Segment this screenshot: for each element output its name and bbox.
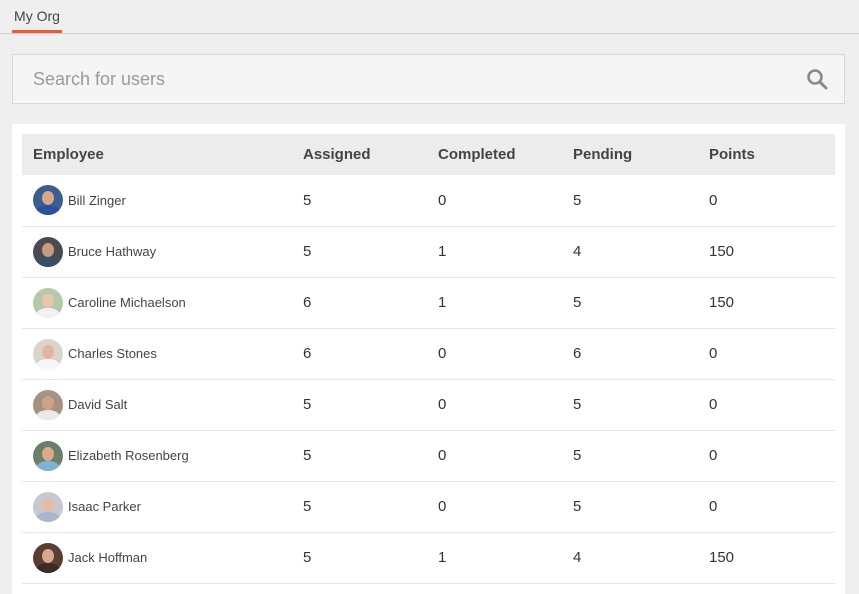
table-header-row: Employee Assigned Completed Pending Poin… (22, 134, 835, 175)
table-row[interactable]: Caroline Michaelson 6 1 5 150 (22, 277, 835, 328)
employee-name[interactable]: Bill Zinger (68, 193, 126, 208)
completed-cell: 1 (438, 294, 447, 311)
assigned-cell: 6 (303, 345, 312, 362)
employee-name[interactable]: Jack Hoffman (68, 550, 147, 565)
employee-info: Isaac Parker (33, 491, 303, 522)
employee-cell: Charles Stones (22, 328, 303, 379)
search-input[interactable] (13, 55, 793, 103)
employee-info: Bruce Hathway (33, 236, 303, 267)
avatar[interactable] (33, 542, 63, 573)
pending-cell: 5 (573, 191, 582, 209)
employee-cell: Jack Hoffman (22, 532, 303, 583)
assigned-cell: 5 (303, 243, 312, 260)
avatar[interactable] (33, 440, 63, 471)
employee-cell: Isaac Parker (22, 481, 303, 532)
points-cell: 150 (709, 243, 735, 260)
assigned-cell: 5 (303, 447, 312, 464)
employee-cell: Bill Zinger (22, 175, 303, 226)
employee-name[interactable]: David Salt (68, 397, 127, 412)
tab-my-org[interactable]: My Org (12, 0, 62, 33)
avatar[interactable] (33, 389, 63, 420)
assigned-cell: 5 (303, 549, 312, 566)
points-cell: 0 (709, 498, 718, 515)
pending-cell: 5 (573, 447, 582, 464)
points-cell: 150 (709, 549, 735, 566)
completed-cell: 0 (438, 447, 447, 464)
avatar[interactable] (33, 338, 63, 369)
avatar[interactable] (33, 491, 63, 522)
employee-info: David Salt (33, 389, 303, 420)
table-row[interactable]: Bill Zinger 5 0 5 0 (22, 175, 835, 226)
table-row[interactable]: Jack Hoffman 5 1 4 150 (22, 532, 835, 583)
points-cell: 0 (709, 447, 718, 464)
table-row[interactable]: Bruce Hathway 5 1 4 150 (22, 226, 835, 277)
pending-cell: 6 (573, 345, 582, 362)
table-row[interactable]: David Salt 5 0 5 0 (22, 379, 835, 430)
assigned-cell: 5 (303, 498, 312, 515)
tab-bar: My Org (0, 0, 859, 34)
employee-name[interactable]: Bruce Hathway (68, 244, 156, 259)
column-header-pending[interactable]: Pending (573, 134, 709, 175)
employee-name[interactable]: Caroline Michaelson (68, 295, 186, 310)
table-row[interactable]: Charles Stones 6 0 6 0 (22, 328, 835, 379)
employee-cell: David Salt (22, 379, 303, 430)
employee-cell: Elizabeth Rosenberg (22, 430, 303, 481)
pending-cell: 5 (573, 294, 582, 311)
employee-info: Jack Hoffman (33, 542, 303, 573)
points-cell: 0 (709, 396, 718, 413)
completed-cell: 0 (438, 498, 447, 515)
employee-cell: Bruce Hathway (22, 226, 303, 277)
employee-info: Charles Stones (33, 338, 303, 369)
users-panel: Employee Assigned Completed Pending Poin… (12, 124, 845, 594)
points-cell: 0 (709, 345, 718, 362)
pending-cell: 4 (573, 243, 582, 260)
employee-info: Elizabeth Rosenberg (33, 440, 303, 471)
pending-cell: 5 (573, 396, 582, 413)
column-header-assigned[interactable]: Assigned (303, 134, 438, 175)
points-cell: 0 (709, 191, 718, 209)
avatar[interactable] (33, 287, 63, 318)
assigned-cell: 6 (303, 294, 312, 311)
column-header-completed[interactable]: Completed (438, 134, 573, 175)
pending-cell: 5 (573, 498, 582, 515)
search-box (12, 54, 845, 104)
completed-cell: 0 (438, 345, 447, 362)
employee-cell: Caroline Michaelson (22, 277, 303, 328)
employee-info: Caroline Michaelson (33, 287, 303, 318)
assigned-cell: 5 (303, 396, 312, 413)
assigned-cell: 5 (303, 191, 312, 209)
column-header-employee[interactable]: Employee (22, 134, 303, 175)
points-cell: 150 (709, 294, 735, 311)
employee-name[interactable]: Isaac Parker (68, 499, 141, 514)
avatar[interactable] (33, 185, 63, 216)
search-icon[interactable] (806, 68, 828, 90)
column-header-points[interactable]: Points (709, 134, 835, 175)
table-row[interactable]: Isaac Parker 5 0 5 0 (22, 481, 835, 532)
employee-name[interactable]: Elizabeth Rosenberg (68, 448, 189, 463)
employee-name[interactable]: Charles Stones (68, 346, 157, 361)
employee-info: Bill Zinger (33, 185, 303, 216)
users-table: Employee Assigned Completed Pending Poin… (22, 134, 835, 584)
completed-cell: 1 (438, 549, 447, 566)
avatar[interactable] (33, 236, 63, 267)
completed-cell: 0 (438, 396, 447, 413)
pending-cell: 4 (573, 549, 582, 566)
completed-cell: 0 (438, 191, 447, 209)
table-row[interactable]: Elizabeth Rosenberg 5 0 5 0 (22, 430, 835, 481)
completed-cell: 1 (438, 243, 447, 260)
